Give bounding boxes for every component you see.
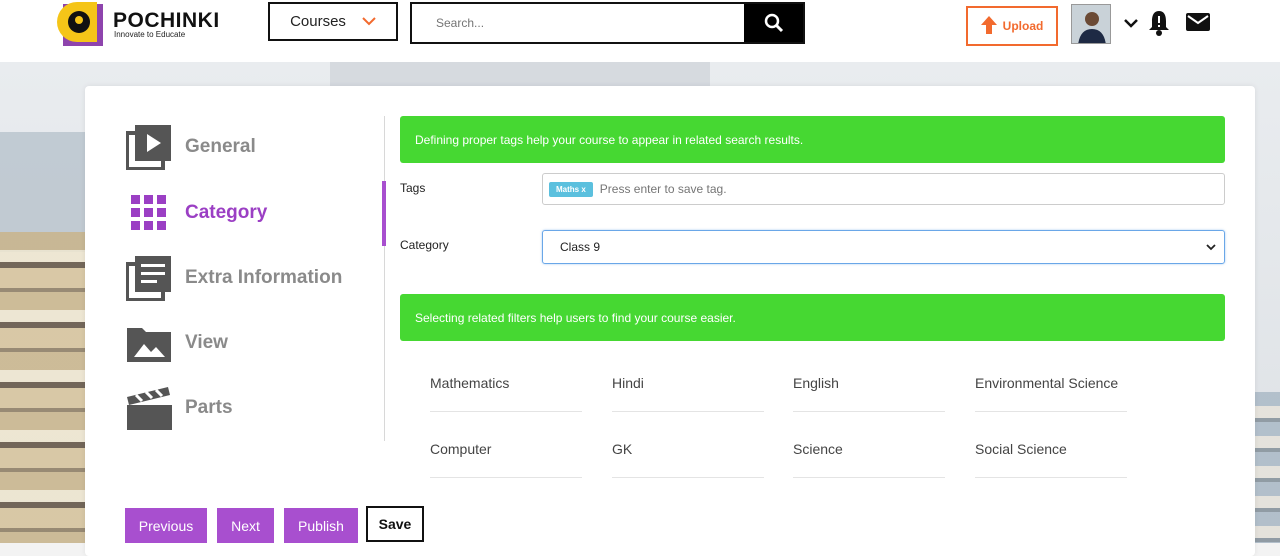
sidebar-item-general[interactable]: General [126,124,256,170]
search-bar [410,2,805,44]
courses-dropdown[interactable]: Courses [268,2,398,41]
upload-arrow-icon [980,15,997,37]
brand-tagline: Innovate to Educate [114,30,186,39]
upload-label: Upload [1002,19,1044,33]
save-button[interactable]: Save [366,506,424,542]
active-indicator [382,181,386,246]
sidebar-item-view[interactable]: View [126,320,228,366]
next-button[interactable]: Next [217,508,274,543]
sidebar-item-parts[interactable]: Parts [126,385,233,431]
search-button[interactable] [744,4,803,42]
mail-icon[interactable] [1185,12,1211,37]
search-input[interactable] [412,4,744,42]
top-header: POCHINKI Innovate to Educate Courses Upl… [0,0,1280,62]
filters-info-alert: Selecting related filters help users to … [400,294,1225,341]
tags-info-alert: Defining proper tags help your course to… [400,116,1225,163]
sidebar-item-label: Category [185,202,268,223]
tags-input[interactable] [597,181,1224,197]
filter-item[interactable]: Science [793,441,945,478]
sidebar-item-category[interactable]: Category [126,190,267,236]
sidebar-divider [384,116,385,441]
category-value: Class 9 [560,240,601,254]
filter-item[interactable]: Computer [430,441,582,478]
course-editor-card: General Category Extra Information View … [85,86,1255,556]
document-library-icon [126,255,172,301]
tag-chip[interactable]: Maths x [549,181,593,197]
bell-alert-icon[interactable] [1147,9,1171,42]
sidebar-item-label: Parts [185,397,233,418]
tags-field: Maths x [542,173,1225,205]
grid-icon [126,190,172,236]
category-label: Category [400,238,449,252]
search-icon [764,13,783,33]
category-select[interactable]: Class 9 [542,230,1225,264]
image-folder-icon [126,320,172,366]
filter-item[interactable]: English [793,375,945,412]
sidebar-item-label: General [185,136,256,157]
publish-button[interactable]: Publish [284,508,358,543]
courses-label: Courses [290,13,346,30]
clapperboard-icon [126,385,172,431]
account-chevron-icon[interactable] [1123,15,1139,33]
filter-item[interactable]: Social Science [975,441,1127,478]
filter-item[interactable]: Environmental Science [975,375,1127,412]
avatar[interactable] [1071,4,1111,44]
sidebar-item-label: View [185,332,228,353]
sidebar-item-extra-information[interactable]: Extra Information [126,255,342,301]
filter-item[interactable]: Hindi [612,375,764,412]
filter-item[interactable]: GK [612,441,764,478]
video-library-icon [126,124,172,170]
upload-button[interactable]: Upload [966,6,1058,46]
logo-icon[interactable] [55,0,103,46]
chevron-down-icon [1206,240,1216,254]
filter-item[interactable]: Mathematics [430,375,582,412]
sidebar-item-label: Extra Information [185,267,343,288]
chevron-down-icon [362,13,376,30]
previous-button[interactable]: Previous [125,508,207,543]
tags-label: Tags [400,181,426,195]
